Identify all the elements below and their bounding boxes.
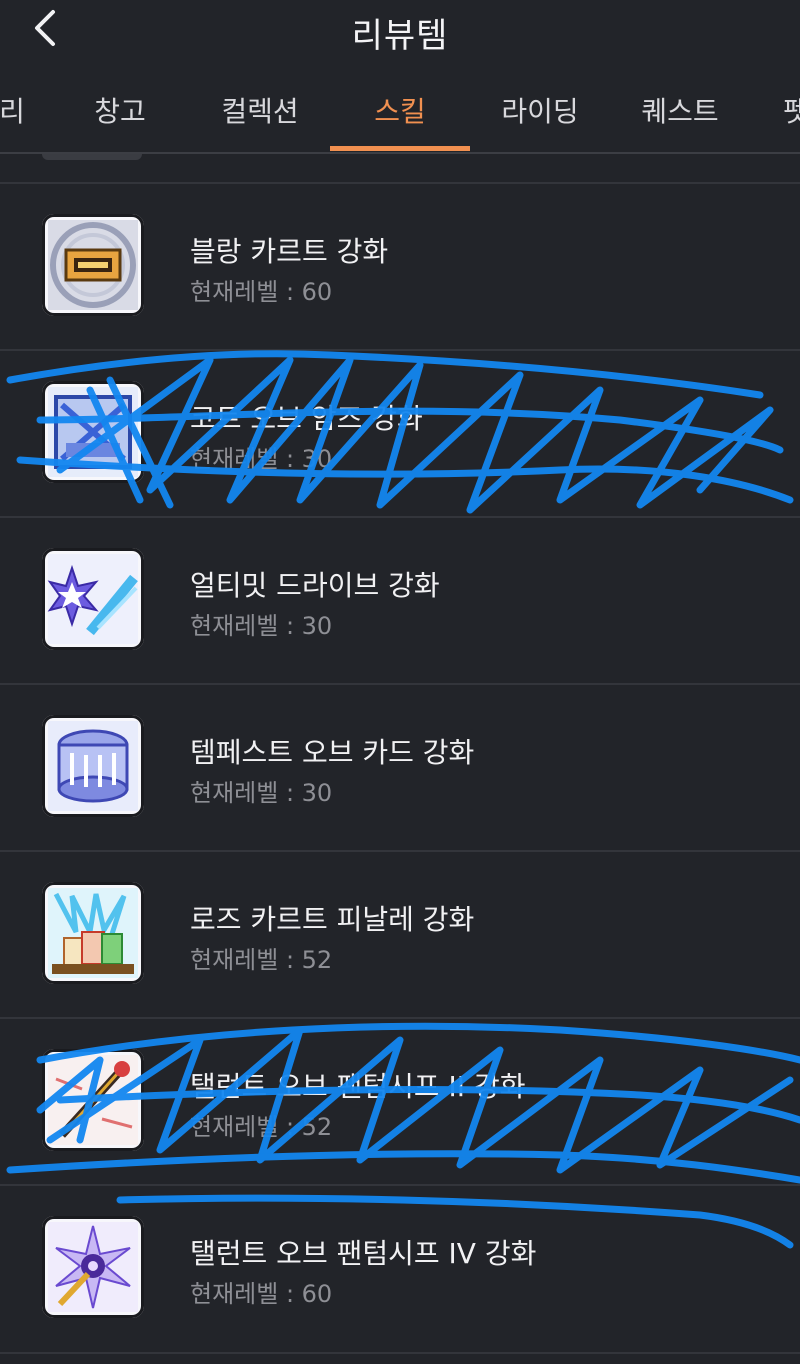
skill-level: 현재레벨 : 30 [190,612,333,640]
skill-row[interactable]: 탤런트 오브 팬텀시프 IV 강화 현재레벨 : 60 [0,1184,800,1354]
tab-collection[interactable]: 컬렉션 [221,90,298,130]
coat-of-arms-icon [42,381,144,483]
skill-level: 현재레벨 : 60 [190,1280,333,1308]
skill-name: 로즈 카르트 피날레 강화 [190,903,475,936]
skill-name: 탤런트 오브 팬텀시프 IV 강화 [190,1237,537,1270]
skill-row[interactable]: 로즈 카르트 피날레 강화 현재레벨 : 52 [0,850,800,1018]
skill-row[interactable]: 템페스트 오브 카드 강화 현재레벨 : 30 [0,683,800,851]
tab-skill[interactable]: 스킬 [374,90,426,130]
card-drum-icon [42,715,144,817]
rose-cards-icon [42,882,144,984]
tab-pet[interactable]: 펫 [783,90,800,130]
tab-bar: 리 창고 컬렉션 스킬 라이딩 퀘스트 펫 [0,66,800,154]
star-cane-icon [42,1216,144,1318]
skill-name: 블랑 카르트 강화 [190,235,389,268]
skill-row[interactable]: 블랑 카르트 강화 현재레벨 : 60 [0,182,800,350]
skill-name: 템페스트 오브 카드 강화 [190,736,475,769]
skill-level: 현재레벨 : 52 [190,946,333,974]
tab-partial-left[interactable]: 리 [0,90,25,130]
skill-name: 코트 오브 암즈 강화 [190,402,423,435]
skill-name: 얼티밋 드라이브 강화 [190,569,440,602]
skill-name: 탤런트 오브 팬텀시프 II 강화 [190,1070,526,1103]
tab-quest[interactable]: 퀘스트 [641,90,718,130]
skill-level: 현재레벨 : 60 [190,278,333,306]
cane-icon [42,1049,144,1151]
skill-level: 현재레벨 : 52 [190,1113,333,1141]
skill-level: 현재레벨 : 30 [190,445,333,473]
tab-storage[interactable]: 창고 [94,90,146,130]
tab-riding[interactable]: 라이딩 [501,90,578,130]
skill-level: 현재레벨 : 30 [190,779,333,807]
active-tab-indicator [330,146,470,151]
skill-row[interactable]: 코트 오브 암즈 강화 현재레벨 : 30 [0,349,800,517]
skill-row[interactable]: 얼티밋 드라이브 강화 현재레벨 : 30 [0,516,800,684]
top-bar: 리뷰템 [0,0,800,64]
skill-row[interactable]: 탤런트 오브 팬텀시프 II 강화 현재레벨 : 52 [0,1017,800,1185]
burst-icon [42,548,144,650]
page-title: 리뷰템 [351,16,449,56]
previous-row-edge [42,154,142,160]
card-icon [42,214,144,316]
